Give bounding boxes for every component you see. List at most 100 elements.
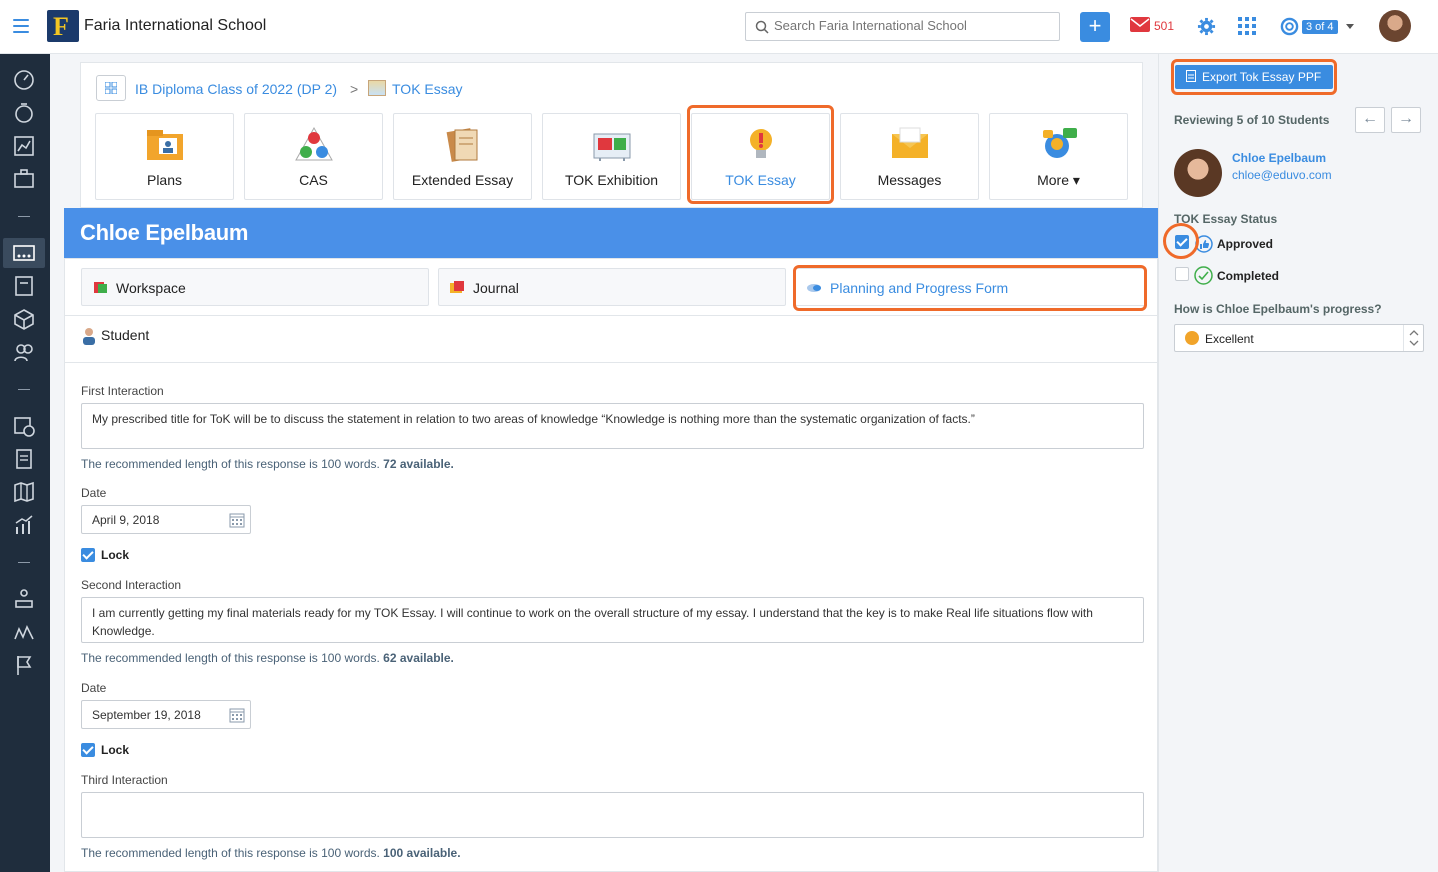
dashboard-icon[interactable] — [10, 69, 38, 93]
trend-icon[interactable] — [10, 621, 38, 645]
menu-icon[interactable] — [13, 19, 29, 33]
approved-highlight — [1163, 223, 1199, 259]
first-interaction-textarea[interactable]: My prescribed title for ToK will be to d… — [81, 403, 1144, 449]
school-logo[interactable]: F — [47, 10, 79, 42]
tile-cas[interactable]: CAS — [244, 113, 383, 200]
help-badge[interactable]: 3 of 4 — [1302, 20, 1338, 34]
extended-essay-icon — [446, 128, 477, 162]
check-circle-icon — [1194, 266, 1213, 285]
cas-icon — [294, 126, 333, 161]
second-interaction-label: Second Interaction — [81, 578, 182, 592]
tab-label: Journal — [473, 280, 519, 296]
progress-select[interactable]: Excellent — [1174, 324, 1424, 352]
date-label: Date — [81, 681, 107, 695]
status-label: TOK Essay Status — [1174, 212, 1278, 226]
tab-journal[interactable]: Journal — [438, 268, 786, 306]
excellent-badge-icon — [1185, 331, 1199, 345]
tab-highlight — [793, 265, 1147, 311]
people-icon[interactable] — [10, 341, 38, 365]
third-word-hint: The recommended length of this response … — [81, 846, 461, 860]
envelope-icon — [891, 127, 928, 158]
third-interaction-textarea[interactable] — [81, 792, 1144, 838]
journal-icon — [450, 281, 464, 293]
mail-count[interactable]: 501 — [1154, 19, 1174, 33]
lock-label: Lock — [101, 548, 130, 562]
apps-grid-icon[interactable] — [1238, 17, 1256, 35]
search-box[interactable] — [745, 12, 1060, 41]
left-nav — [0, 54, 50, 872]
student-header: Chloe Epelbaum — [64, 208, 1158, 258]
tile-label: Extended Essay — [411, 172, 514, 188]
chevron-down-icon[interactable] — [1346, 24, 1354, 29]
lifebuoy-icon[interactable] — [1280, 17, 1299, 36]
assignment-icon[interactable] — [10, 275, 38, 299]
grid-icon[interactable] — [96, 75, 126, 101]
breadcrumb-separator: > — [350, 81, 359, 97]
gear-icon[interactable] — [1197, 17, 1216, 36]
third-interaction-label: Third Interaction — [81, 773, 168, 787]
date-value: April 9, 2018 — [92, 513, 160, 527]
first-date-field[interactable]: April 9, 2018 — [81, 505, 251, 534]
tok-essay-icon — [368, 80, 386, 96]
documents-icon[interactable] — [10, 448, 38, 472]
tile-tok-exhibition[interactable]: TOK Exhibition — [542, 113, 681, 200]
add-button[interactable]: + — [1080, 12, 1110, 42]
calendar-icon[interactable] — [229, 512, 245, 528]
tile-plans[interactable]: Plans — [95, 113, 234, 200]
tab-label: Workspace — [116, 280, 186, 296]
date-value: September 19, 2018 — [92, 708, 201, 722]
breadcrumb-current[interactable]: TOK Essay — [392, 81, 463, 97]
hint-available: 100 available. — [383, 846, 461, 860]
chevron-up-down-icon — [1409, 330, 1419, 346]
lock-checkbox[interactable] — [81, 743, 95, 757]
nav-divider — [18, 562, 30, 563]
calendar-clock-icon[interactable] — [10, 415, 38, 439]
top-bar: F Faria International School + 501 3 of … — [0, 0, 1438, 54]
second-interaction-textarea[interactable]: I am currently getting my final material… — [81, 597, 1144, 643]
cube-icon[interactable] — [10, 308, 38, 332]
date-label: Date — [81, 486, 107, 500]
more-icon — [1042, 128, 1077, 158]
tile-more[interactable]: More ▾ — [989, 113, 1128, 200]
next-student-button[interactable]: → — [1391, 107, 1421, 133]
hint-text: The recommended length of this response … — [81, 457, 380, 471]
mail-icon[interactable] — [1130, 17, 1150, 32]
analytics-icon[interactable] — [10, 514, 38, 538]
tab-workspace[interactable]: Workspace — [81, 268, 429, 306]
first-word-hint: The recommended length of this response … — [81, 457, 454, 471]
completed-checkbox[interactable] — [1175, 267, 1189, 281]
hint-available: 62 available. — [383, 651, 454, 665]
lock-checkbox[interactable] — [81, 548, 95, 562]
tile-label: Messages — [877, 172, 942, 188]
school-name[interactable]: Faria International School — [84, 17, 266, 35]
first-interaction-label: First Interaction — [81, 384, 164, 398]
approved-label: Approved — [1217, 237, 1274, 251]
calendar-icon[interactable] — [229, 707, 245, 723]
student-avatar[interactable] — [1174, 149, 1222, 197]
nav-divider — [18, 216, 30, 217]
map-icon[interactable] — [10, 481, 38, 505]
search-input[interactable] — [774, 18, 1054, 33]
second-date-field[interactable]: September 19, 2018 — [81, 700, 251, 729]
briefcase-icon[interactable] — [10, 168, 38, 192]
main-content: IB Diploma Class of 2022 (DP 2) > TOK Es… — [64, 54, 1158, 872]
tile-label: Plans — [146, 172, 183, 188]
classes-icon[interactable] — [10, 242, 38, 266]
chart-icon[interactable] — [10, 135, 38, 159]
completed-label: Completed — [1217, 269, 1280, 283]
flag-icon[interactable] — [10, 654, 38, 678]
student-name-link[interactable]: Chloe Epelbaum — [1232, 151, 1326, 165]
progress-value: Excellent — [1205, 332, 1254, 346]
student-email-link[interactable]: chloe@eduvo.com — [1232, 168, 1332, 182]
hint-available: 72 available. — [383, 457, 454, 471]
tile-messages[interactable]: Messages — [840, 113, 979, 200]
divider — [65, 315, 1157, 316]
breadcrumb-class-link[interactable]: IB Diploma Class of 2022 (DP 2) — [135, 81, 337, 97]
timer-icon[interactable] — [10, 102, 38, 126]
select-stepper[interactable] — [1403, 325, 1423, 351]
org-chart-icon[interactable] — [10, 588, 38, 612]
prev-student-button[interactable]: ← — [1355, 107, 1385, 133]
student-panel: Workspace Journal Planning and Progress … — [64, 258, 1158, 872]
tile-extended-essay[interactable]: Extended Essay — [393, 113, 532, 200]
avatar[interactable] — [1379, 10, 1411, 42]
